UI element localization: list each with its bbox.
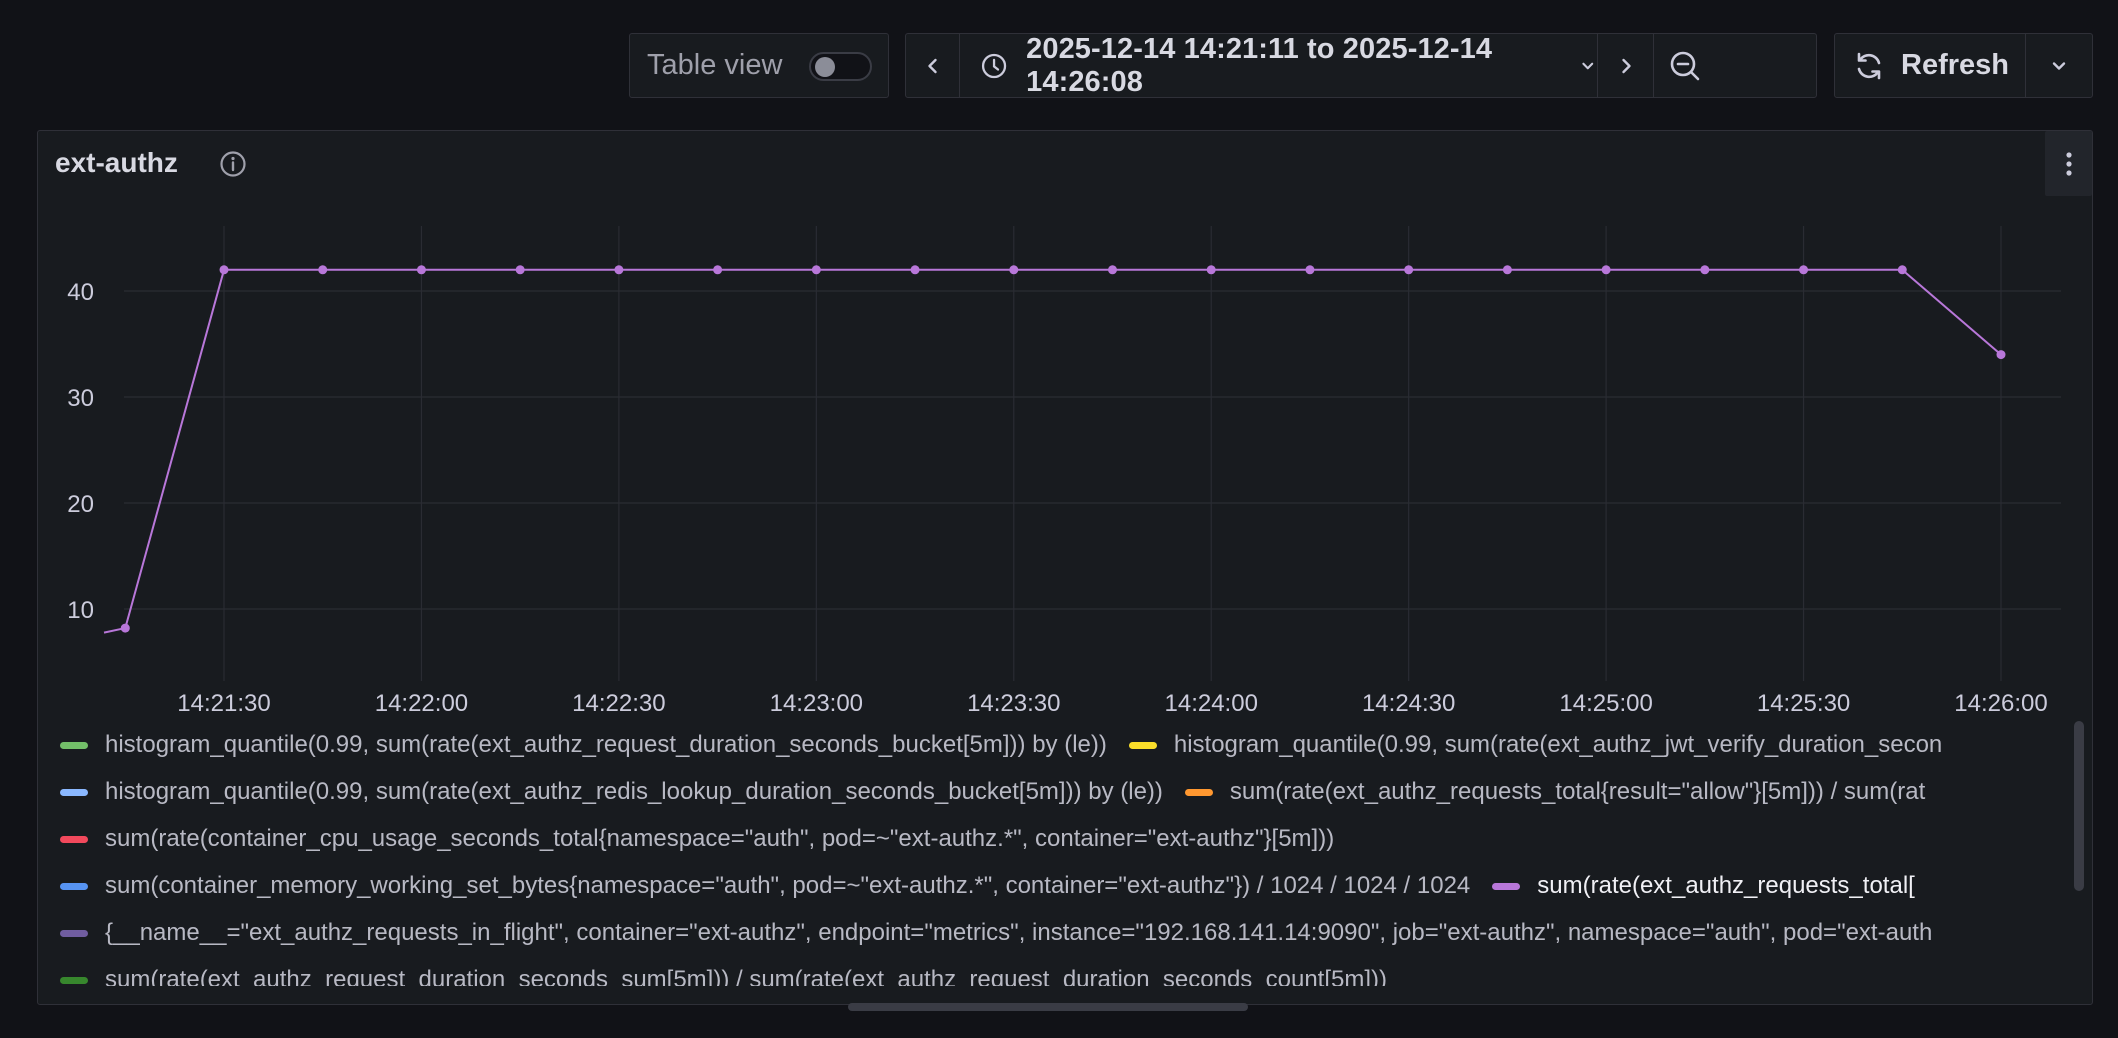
data-point (713, 265, 723, 275)
time-range-text: 2025-12-14 14:21:11 to 2025-12-14 14:26:… (1026, 32, 1493, 98)
legend-row: histogram_quantile(0.99, sum(rate(ext_au… (60, 774, 1947, 810)
y-tick-label: 30 (67, 385, 94, 412)
legend-label: sum(rate(container_cpu_usage_seconds_tot… (105, 825, 1335, 852)
data-point (1404, 265, 1414, 275)
chevron-right-icon (1621, 58, 1631, 73)
legend-label: {__name__="ext_authz_requests_in_flight"… (105, 919, 1933, 946)
legend-item[interactable]: sum(rate(ext_authz_requests_total{result… (1184, 778, 1926, 806)
refresh-interval-dropdown[interactable] (2026, 34, 2092, 97)
data-point (1700, 265, 1710, 275)
dashboard-toolbar: Table view 2025-12-14 14:21:11 to 2025-1… (0, 33, 2118, 98)
data-point (1206, 265, 1216, 275)
refresh-button[interactable]: Refresh (1835, 34, 2026, 97)
legend-item[interactable]: sum(rate(ext_authz_requests_total[ (1492, 872, 1915, 900)
x-tick-label: 14:22:00 (375, 690, 468, 717)
x-tick-label: 14:21:30 (177, 690, 270, 717)
data-point (614, 265, 624, 275)
legend-label: histogram_quantile(0.99, sum(rate(ext_au… (1173, 731, 1943, 758)
timeseries-panel: ext-authz 10 20 30 40 14:21:30 14:22:00 14:22… (37, 130, 2094, 1011)
legend-swatch (60, 976, 88, 984)
data-point (318, 265, 328, 275)
x-tick-label: 14:24:00 (1165, 690, 1258, 717)
legend-label: histogram_quantile(0.99, sum(rate(ext_au… (105, 778, 1163, 805)
data-point (1502, 265, 1512, 275)
data-point (1996, 350, 2006, 360)
x-tick-label: 14:23:30 (967, 690, 1060, 717)
legend-row: sum(container_memory_working_set_bytes{n… (60, 868, 1937, 904)
legend-swatch (60, 882, 88, 890)
table-view-switch[interactable] (809, 52, 872, 81)
data-point (416, 265, 426, 275)
series-line (103, 268, 2002, 634)
legend-label: sum(rate(ext_authz_requests_total{result… (1229, 778, 1926, 805)
data-point (1799, 265, 1809, 275)
x-tick-label: 14:22:30 (572, 690, 665, 717)
legend-swatch (60, 835, 88, 843)
chart-series (103, 265, 2006, 634)
legend-vertical-scrollbar[interactable] (2074, 721, 2084, 891)
refresh-icon (1857, 52, 1881, 79)
time-range-forward-button[interactable] (1598, 34, 1654, 97)
zoom-out-button[interactable] (1654, 34, 1716, 97)
x-tick-label: 14:24:30 (1362, 690, 1455, 717)
y-tick-label: 10 (67, 597, 94, 624)
time-range-button[interactable]: 2025-12-14 14:21:11 to 2025-12-14 14:26:… (960, 32, 1598, 98)
legend-swatch (1128, 741, 1157, 749)
data-point (1601, 265, 1611, 275)
legend-item[interactable]: histogram_quantile(0.99, sum(rate(ext_au… (60, 731, 1107, 759)
chart-legend: histogram_quantile(0.99, sum(rate(ext_au… (60, 727, 2060, 986)
legend-row: sum(rate(container_cpu_usage_seconds_tot… (60, 821, 1356, 857)
legend-swatch (60, 929, 88, 937)
legend-row: {__name__="ext_authz_requests_in_flight"… (60, 915, 1954, 951)
data-point (120, 623, 130, 633)
legend-swatch (60, 741, 88, 749)
table-view-toggle[interactable]: Table view (629, 33, 889, 98)
x-tick-label: 14:23:00 (770, 690, 863, 717)
y-axis-ticks: 10 20 30 40 (67, 279, 94, 624)
clock-icon (981, 53, 1007, 78)
y-tick-label: 20 (67, 491, 94, 518)
data-point (910, 265, 920, 275)
legend-swatch (1492, 882, 1521, 890)
refresh-picker: Refresh (1834, 33, 2093, 98)
x-tick-label: 14:25:30 (1757, 690, 1850, 717)
legend-row: histogram_quantile(0.99, sum(rate(ext_au… (60, 727, 1964, 763)
legend-label: sum(rate(ext_authz_request_duration_seco… (105, 966, 1388, 986)
legend-item[interactable]: {__name__="ext_authz_requests_in_flight"… (60, 919, 1932, 947)
zoom-out-icon (1670, 51, 1700, 80)
legend-item[interactable]: sum(container_memory_working_set_bytes{n… (60, 872, 1470, 900)
y-tick-label: 40 (67, 279, 94, 306)
legend-row: sum(rate(ext_authz_request_duration_seco… (60, 962, 1409, 986)
data-point (1108, 265, 1117, 275)
legend-horizontal-scrollbar[interactable] (848, 1003, 1248, 1011)
x-axis-ticks: 14:21:30 14:22:00 14:22:30 14:23:00 14:23:30… (177, 690, 2047, 717)
time-range-back-button[interactable] (906, 34, 960, 97)
chevron-down-icon (1582, 62, 1594, 69)
data-point (515, 265, 525, 275)
legend-item[interactable]: sum(rate(container_cpu_usage_seconds_tot… (60, 825, 1334, 853)
chevron-down-icon (2052, 61, 2066, 70)
legend-label: sum(rate(ext_authz_requests_total[ (1537, 872, 1915, 899)
legend-item[interactable]: sum(rate(ext_authz_request_duration_seco… (60, 966, 1387, 986)
legend-label: histogram_quantile(0.99, sum(rate(ext_au… (105, 731, 1107, 758)
legend-label: sum(container_memory_working_set_bytes{n… (105, 872, 1471, 899)
legend-item[interactable]: histogram_quantile(0.99, sum(rate(ext_au… (60, 778, 1163, 806)
data-point (1897, 265, 1907, 275)
timeseries-chart[interactable]: 10 20 30 40 14:21:30 14:22:00 14:22:30 14:23:0… (38, 131, 2094, 721)
switch-knob (815, 57, 835, 77)
legend-swatch (1184, 788, 1213, 796)
x-tick-label: 14:25:00 (1559, 690, 1652, 717)
chart-grid (124, 226, 2061, 681)
legend-item[interactable]: histogram_quantile(0.99, sum(rate(ext_au… (1128, 731, 1943, 759)
data-point (1009, 265, 1019, 275)
data-point (1305, 265, 1315, 275)
data-point (811, 265, 821, 275)
chevron-left-icon (927, 58, 937, 73)
refresh-label: Refresh (1901, 49, 2009, 81)
data-point (219, 265, 229, 275)
table-view-label: Table view (647, 49, 783, 81)
x-tick-label: 14:26:00 (1954, 690, 2047, 717)
legend-swatch (60, 788, 88, 796)
time-range-picker: 2025-12-14 14:21:11 to 2025-12-14 14:26:… (905, 33, 1817, 98)
